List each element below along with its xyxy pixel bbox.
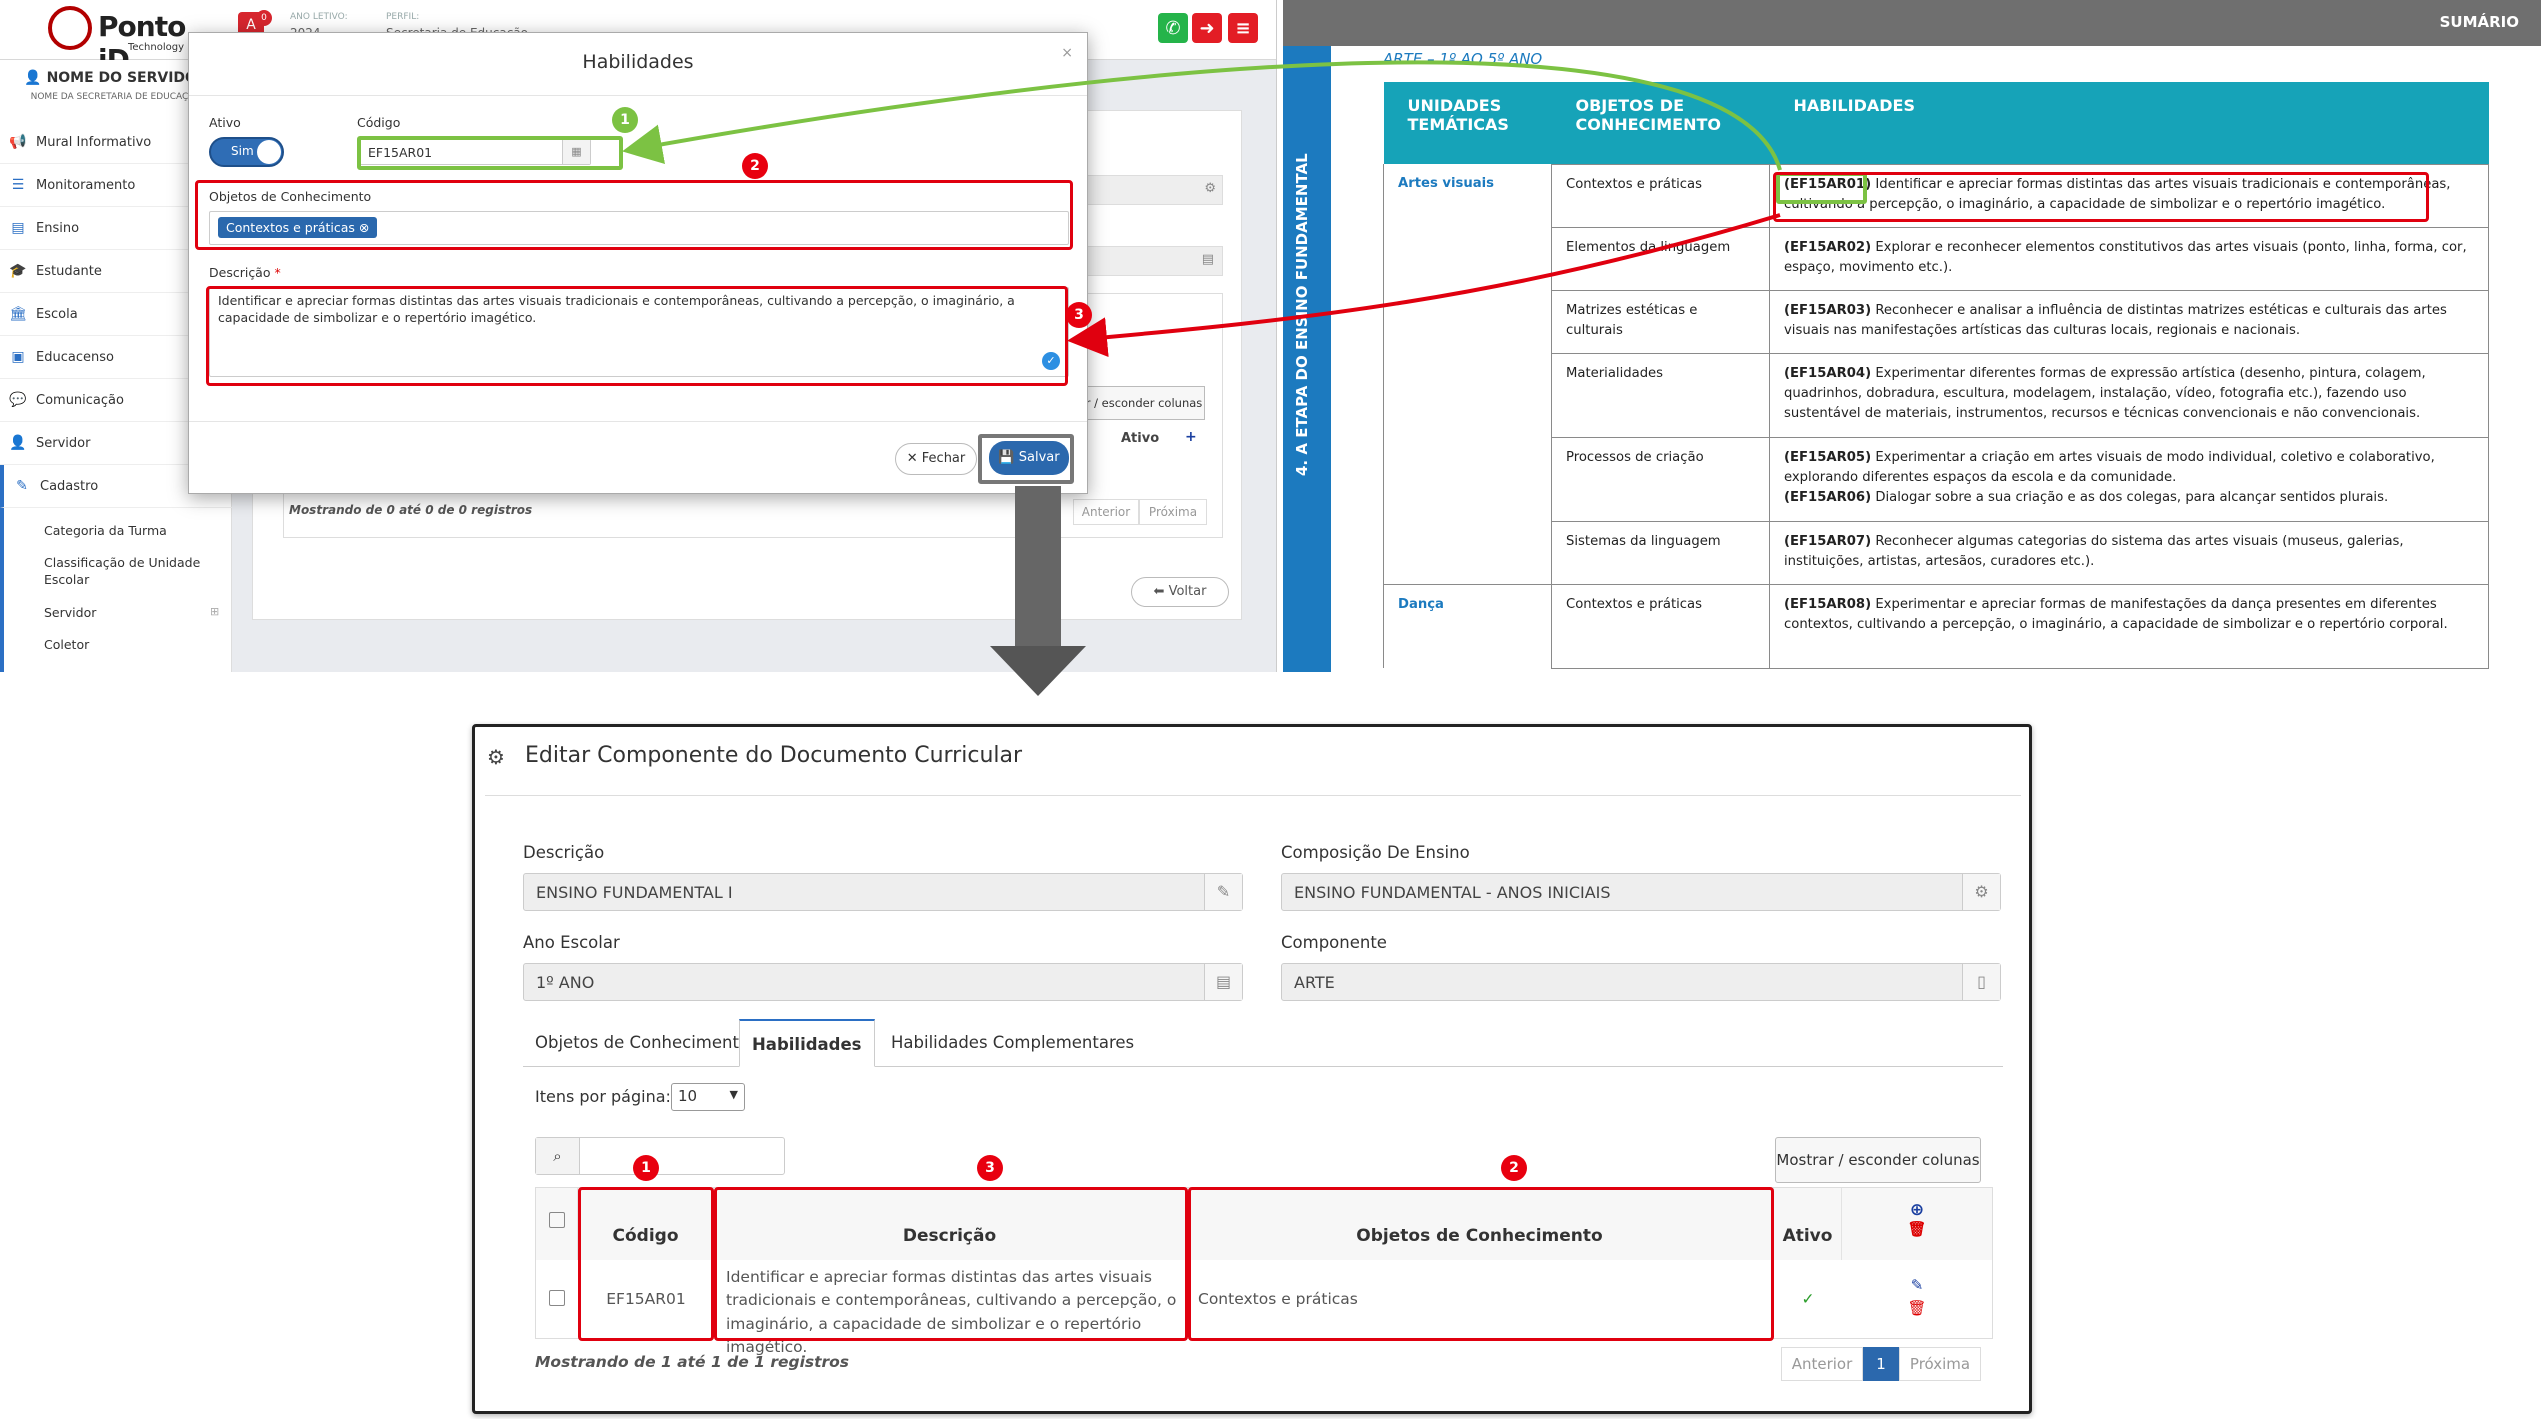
tab-habilidades[interactable]: Habilidades — [739, 1019, 875, 1067]
prev-button[interactable]: Anterior — [1781, 1347, 1863, 1381]
green-arrow — [622, 60, 1782, 171]
divider — [485, 795, 2021, 796]
annotation-red-box-objetos-col — [1188, 1187, 1774, 1341]
select-all-checkbox[interactable] — [548, 1212, 565, 1228]
descricao-value: ENSINO FUNDAMENTAL I — [536, 883, 733, 902]
descricao-input[interactable]: ENSINO FUNDAMENTAL I ✎ — [523, 873, 1243, 911]
toggle-columns-button[interactable]: Mostrar / esconder colunas — [1775, 1137, 1981, 1183]
tab-objetos[interactable]: Objetos de Conhecimento — [523, 1019, 761, 1067]
tab-habilidades-complementares[interactable]: Habilidades Complementares — [879, 1019, 1146, 1067]
page-1-button[interactable]: 1 — [1863, 1347, 1899, 1381]
annotation-red-box-codigo-col — [578, 1187, 714, 1341]
panel-title: Editar Componente do Documento Curricula… — [525, 743, 1023, 768]
componente-input[interactable]: ARTE ▯ — [1281, 963, 2001, 1001]
ano-escolar-input[interactable]: 1º ANO ▤ — [523, 963, 1243, 1001]
cubes-icon: ⚙ — [487, 745, 505, 769]
componente-value: ARTE — [1294, 973, 1335, 992]
per-page-select[interactable]: 10 ▼ — [671, 1083, 745, 1111]
column-ativo[interactable]: Ativo — [1774, 1188, 1842, 1260]
per-page-label: Itens por página: — [535, 1087, 671, 1106]
ano-escolar-label: Ano Escolar — [523, 933, 620, 952]
editar-componente-panel: ⚙ Editar Componente do Documento Curricu… — [472, 724, 2032, 1414]
annotation-badge-3: 3 — [977, 1155, 1003, 1181]
composicao-label: Composição De Ensino — [1281, 843, 1470, 862]
actions-header: ⊕ 🗑 — [1842, 1188, 1992, 1260]
tab-bar: Objetos de Conhecimento Habilidades Habi… — [523, 1019, 2003, 1067]
row-select-cell — [536, 1260, 578, 1340]
showing-text: Mostrando de 1 até 1 de 1 registros — [535, 1353, 850, 1371]
check-icon: ✓ — [1801, 1290, 1815, 1308]
edit-icon: ✎ — [1204, 874, 1242, 910]
trash-icon[interactable]: 🗑 — [1842, 1297, 1992, 1320]
descricao-label: Descrição — [523, 843, 605, 862]
search-icon: ⌕ — [536, 1138, 580, 1174]
trash-icon[interactable]: 🗑 — [1842, 1220, 1992, 1238]
row-checkbox[interactable] — [549, 1290, 565, 1306]
red-arrow — [1067, 213, 1781, 358]
composicao-input[interactable]: ENSINO FUNDAMENTAL - ANOS INICIAIS ⚙ — [1281, 873, 2001, 911]
ano-escolar-value: 1º ANO — [536, 973, 595, 992]
componente-label: Componente — [1281, 933, 1387, 952]
search-input[interactable]: ⌕ — [535, 1137, 785, 1175]
annotation-badge-2: 2 — [1501, 1155, 1527, 1181]
book-icon: ▤ — [1204, 964, 1242, 1000]
gray-arrow-shaft — [1015, 486, 1061, 646]
chevron-down-icon: ▼ — [729, 1088, 738, 1101]
cubes-icon: ⚙ — [1962, 874, 2000, 910]
annotation-red-box-descricao-col — [714, 1187, 1188, 1341]
composicao-value: ENSINO FUNDAMENTAL - ANOS INICIAIS — [1294, 883, 1611, 902]
file-icon: ▯ — [1962, 964, 2000, 1000]
per-page-value: 10 — [678, 1087, 698, 1105]
row-actions: ✎ 🗑 — [1842, 1260, 1992, 1340]
select-all-cell — [536, 1188, 578, 1260]
gray-arrow-head — [990, 646, 1086, 696]
annotation-badge-1: 1 — [633, 1155, 659, 1181]
add-icon[interactable]: ⊕ — [1842, 1200, 1992, 1220]
next-button[interactable]: Próxima — [1899, 1347, 1981, 1381]
edit-icon[interactable]: ✎ — [1842, 1274, 1992, 1297]
